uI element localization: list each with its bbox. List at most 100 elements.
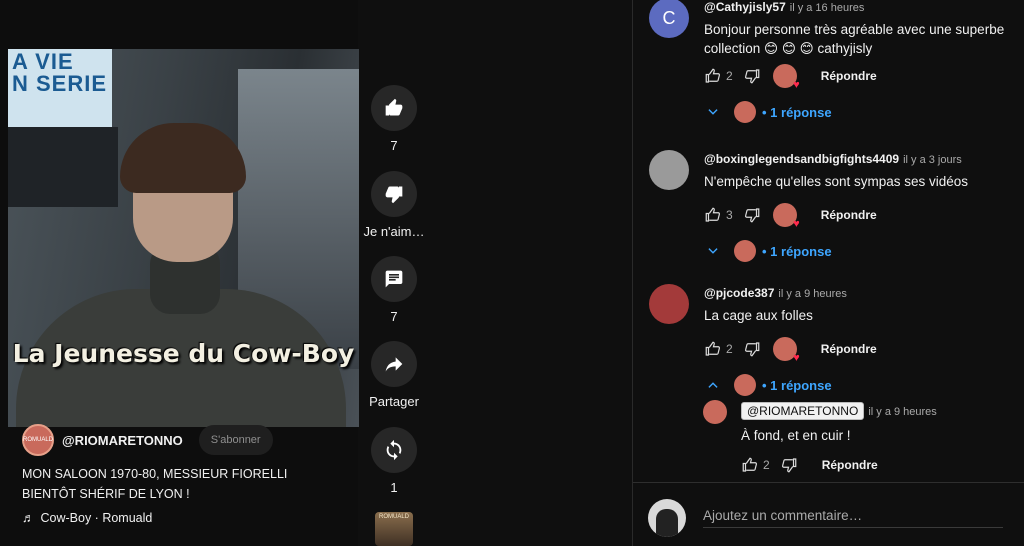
reply-button[interactable]: Répondre bbox=[822, 458, 878, 472]
replies-label: 1 réponse bbox=[770, 243, 832, 259]
comment-body: @boxinglegendsandbigfights4409 il y a 3 j… bbox=[704, 150, 1020, 263]
reply-body: @RIOMARETONNO il y a 9 heures À fond, et … bbox=[741, 402, 1021, 477]
monitor-text: A VIE N SERIE bbox=[12, 49, 108, 96]
thumbs-up-icon[interactable] bbox=[704, 340, 722, 358]
video-title: MON SALOON 1970-80, MESSIEUR FIORELLI BI… bbox=[22, 467, 288, 501]
heart-icon: ♥ bbox=[793, 218, 800, 230]
reply-avatar bbox=[734, 240, 756, 262]
comments-action: 7 bbox=[362, 256, 426, 324]
chevron-down-icon bbox=[704, 103, 722, 121]
thumbs-up-icon[interactable] bbox=[704, 206, 722, 224]
creator-heart: ♥ bbox=[772, 64, 800, 91]
like-button[interactable] bbox=[371, 85, 417, 131]
comment-toolbar: 3 ♥ Répondre bbox=[704, 203, 1020, 230]
add-comment-row: Ajoutez un commentaire… bbox=[648, 498, 1018, 538]
comment-avatar[interactable]: C bbox=[649, 0, 689, 38]
remix-count: 1 bbox=[390, 480, 398, 495]
thumbs-down-icon[interactable] bbox=[780, 456, 798, 474]
replies-count: • 1 réponse bbox=[762, 104, 832, 120]
channel-avatar[interactable]: ROMUALD bbox=[22, 424, 54, 456]
like-count: 3 bbox=[726, 208, 733, 222]
reply-author[interactable]: @RIOMARETONNO bbox=[741, 402, 865, 420]
background-monitor: A VIE N SERIE bbox=[8, 49, 112, 127]
sound-thumbnail-text: ROMUALD bbox=[378, 514, 409, 520]
reply-avatar bbox=[734, 101, 756, 123]
comment-header: @boxinglegendsandbigfights4409 il y a 3 j… bbox=[704, 150, 1020, 168]
heart-icon: ♥ bbox=[793, 79, 800, 91]
person-hair bbox=[120, 123, 246, 193]
chevron-up-icon bbox=[704, 376, 722, 394]
thumbs-up-icon bbox=[385, 98, 403, 116]
music-label: Cow-Boy · Romuald bbox=[40, 511, 153, 525]
music-link[interactable]: ♬ Cow-Boy · Romuald bbox=[22, 511, 152, 525]
comment-text: N'empêche qu'elles sont sympas ses vidéo… bbox=[704, 174, 969, 189]
replies-toggle[interactable]: • 1 réponse bbox=[704, 239, 1020, 263]
comments-panel: C @Cathyjisly57 il y a 16 heures Bonjour … bbox=[632, 0, 1024, 546]
reply-avatar bbox=[734, 374, 756, 396]
divider bbox=[633, 482, 1024, 483]
avatar-letter: C bbox=[662, 7, 676, 28]
remix-button[interactable] bbox=[371, 427, 417, 473]
comment-author[interactable]: @Cathyjisly57 bbox=[704, 0, 786, 14]
reply-button[interactable]: Répondre bbox=[821, 69, 877, 83]
thumbs-up-icon[interactable] bbox=[704, 67, 722, 85]
comment-avatar[interactable] bbox=[649, 150, 689, 190]
comment-time: il y a 16 heures bbox=[789, 2, 865, 14]
comment-text: La cage aux folles bbox=[704, 308, 813, 323]
like-count: 2 bbox=[726, 69, 733, 83]
share-action: Partager bbox=[362, 341, 426, 409]
thumbs-down-icon[interactable] bbox=[743, 340, 761, 358]
reply-header: @RIOMARETONNO il y a 9 heures bbox=[741, 402, 1021, 420]
replies-toggle[interactable]: • 1 réponse bbox=[704, 373, 1020, 397]
comment-time: il y a 3 jours bbox=[903, 154, 962, 166]
dislike-button[interactable] bbox=[371, 171, 417, 217]
dislike-label: Je n'aim… bbox=[363, 224, 425, 239]
sound-thumbnail[interactable]: ROMUALD bbox=[375, 512, 413, 546]
video-caption: La Jeunesse du Cow-Boy bbox=[12, 339, 355, 368]
subscribe-button[interactable]: S'abonner bbox=[198, 425, 273, 455]
monitor-stand bbox=[8, 127, 118, 207]
creator-heart: ♥ bbox=[772, 337, 800, 364]
comment-text: Bonjour personne très agréable avec une … bbox=[704, 22, 1005, 56]
replies-label: 1 réponse bbox=[770, 104, 832, 120]
music-note-icon: ♬ bbox=[22, 511, 35, 525]
creator-heart: ♥ bbox=[772, 203, 800, 230]
chevron-down-icon bbox=[704, 242, 722, 260]
reply-time: il y a 9 heures bbox=[868, 406, 937, 418]
share-button[interactable] bbox=[371, 341, 417, 387]
like-count: 7 bbox=[390, 138, 398, 153]
share-label: Partager bbox=[369, 394, 419, 409]
comment-avatar[interactable] bbox=[649, 284, 689, 324]
comment-author[interactable]: @boxinglegendsandbigfights4409 bbox=[704, 152, 899, 166]
reply-button[interactable]: Répondre bbox=[821, 208, 877, 222]
replies-label: 1 réponse bbox=[770, 377, 832, 393]
thumbs-up-icon[interactable] bbox=[741, 456, 759, 474]
remix-action: 1 bbox=[362, 427, 426, 495]
comment-header: @pjcode387 il y a 9 heures bbox=[704, 284, 1020, 302]
replies-toggle[interactable]: • 1 réponse bbox=[704, 100, 1020, 124]
video-frame[interactable]: A VIE N SERIE La Jeunesse du Cow-Boy bbox=[8, 49, 359, 427]
like-count: 2 bbox=[763, 458, 770, 472]
comments-count: 7 bbox=[390, 309, 398, 324]
remix-icon bbox=[386, 439, 402, 461]
reply-text: À fond, et en cuir ! bbox=[741, 428, 851, 443]
comment-author[interactable]: @pjcode387 bbox=[704, 286, 774, 300]
reply-button[interactable]: Répondre bbox=[821, 342, 877, 356]
comments-button[interactable] bbox=[371, 256, 417, 302]
comment-icon bbox=[385, 270, 403, 288]
channel-name[interactable]: @RIOMARETONNO bbox=[62, 433, 183, 448]
reply-author-avatar[interactable] bbox=[703, 400, 727, 424]
like-action: 7 bbox=[362, 85, 426, 153]
add-comment-input[interactable]: Ajoutez un commentaire… bbox=[703, 508, 1003, 528]
comment-toolbar: 2 ♥ Répondre bbox=[704, 64, 1020, 91]
reply-toolbar: 2 Répondre bbox=[741, 453, 1021, 477]
thumbs-down-icon[interactable] bbox=[743, 206, 761, 224]
heart-icon: ♥ bbox=[793, 352, 800, 364]
thumbs-down-icon[interactable] bbox=[743, 67, 761, 85]
like-count: 2 bbox=[726, 342, 733, 356]
thumbs-down-icon bbox=[385, 186, 403, 204]
comment-body: @pjcode387 il y a 9 heures La cage aux fo… bbox=[704, 284, 1020, 397]
comment-body: @Cathyjisly57 il y a 16 heures Bonjour pe… bbox=[704, 0, 1020, 124]
short-video-player[interactable]: A VIE N SERIE La Jeunesse du Cow-Boy ROM… bbox=[0, 0, 359, 546]
dislike-action: Je n'aim… bbox=[362, 171, 426, 239]
